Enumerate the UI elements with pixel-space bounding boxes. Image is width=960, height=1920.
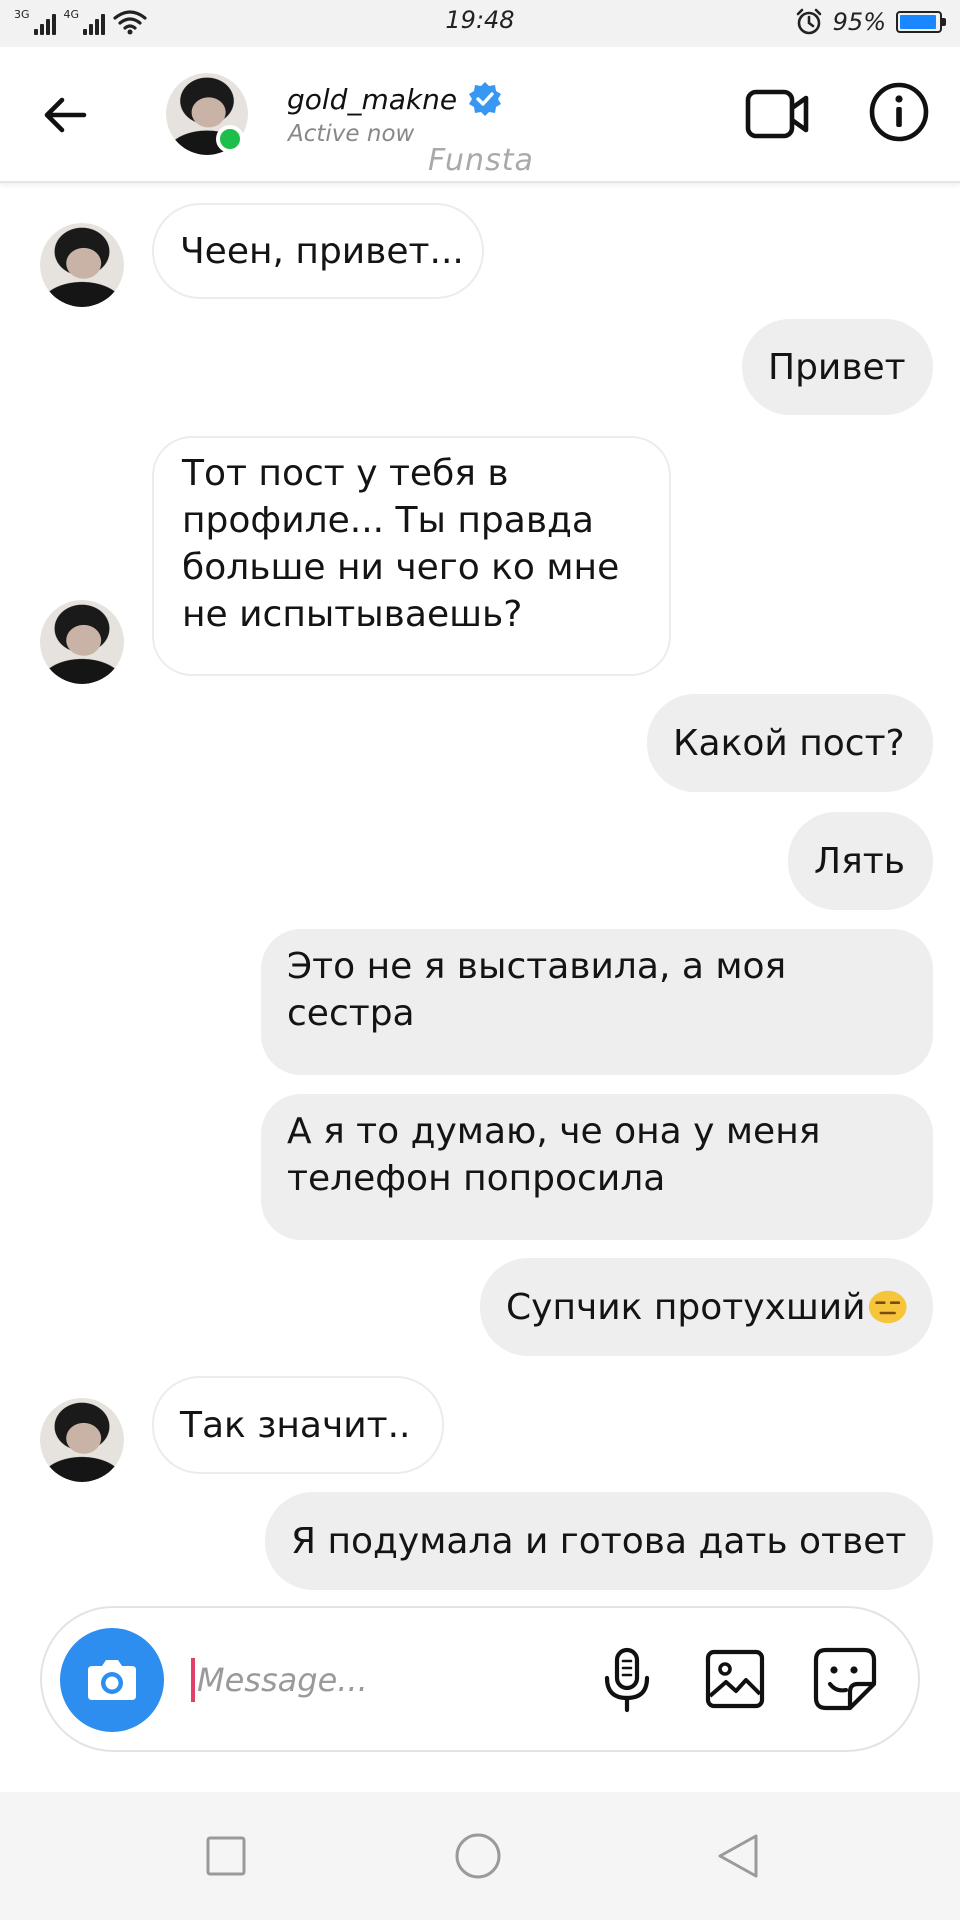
- status-right: 95%: [795, 8, 946, 36]
- sender-avatar[interactable]: [40, 223, 124, 307]
- system-nav-bar: [0, 1792, 960, 1920]
- active-status: Active now: [288, 121, 415, 147]
- message-text-line: Это не я выставила, а моя: [287, 946, 787, 987]
- message-text-line: не испытываешь?: [182, 594, 523, 635]
- text-cursor: [191, 1658, 195, 1702]
- message-bubble-outgoing[interactable]: Супчик протухший: [480, 1258, 933, 1356]
- battery-percent: 95%: [832, 8, 886, 36]
- username-row[interactable]: gold_makne: [287, 81, 503, 117]
- message-bubble-incoming[interactable]: Тот пост у тебя в профиле... Ты правда б…: [152, 436, 671, 676]
- camera-icon: [88, 1660, 136, 1700]
- message-text: Какой пост?: [673, 722, 905, 764]
- verified-badge-icon: [469, 82, 502, 116]
- message-text: Я подумала и готова дать ответ: [291, 1520, 907, 1562]
- status-bar: 3G 4G 19:48 95%: [0, 0, 960, 47]
- message-text: Привет: [768, 346, 906, 388]
- message-text: Чеен, привет...: [180, 230, 464, 272]
- chat-header: gold_makne Active now Funsta: [0, 47, 960, 183]
- message-text: Лять: [814, 840, 905, 882]
- sender-avatar[interactable]: [40, 600, 124, 684]
- message-input[interactable]: [197, 1650, 577, 1710]
- microphone-icon[interactable]: [598, 1646, 656, 1714]
- sender-avatar[interactable]: [40, 1398, 124, 1482]
- gallery-icon[interactable]: [704, 1648, 766, 1710]
- back-icon[interactable]: [714, 1832, 762, 1880]
- message-bubble-incoming[interactable]: Чеен, привет...: [152, 203, 484, 299]
- message-bubble-outgoing[interactable]: Какой пост?: [647, 694, 933, 792]
- message-text: Так значит..: [180, 1404, 411, 1446]
- online-status-dot: [216, 125, 244, 153]
- message-bubble-outgoing[interactable]: Лять: [788, 812, 933, 910]
- message-text-line: профиле... Ты правда: [182, 500, 594, 541]
- video-call-icon[interactable]: [744, 85, 812, 143]
- message-text-line: телефон попросила: [287, 1158, 666, 1199]
- message-bubble-outgoing[interactable]: Это не я выставила, а моя сестра: [261, 929, 933, 1075]
- expressionless-face-emoji: [868, 1290, 907, 1324]
- info-icon[interactable]: [868, 81, 930, 143]
- battery-level: [900, 15, 937, 29]
- account-label: Funsta: [428, 143, 534, 178]
- message-bubble-outgoing[interactable]: А я то думаю, че она у меня телефон попр…: [261, 1094, 933, 1240]
- recent-apps-icon[interactable]: [206, 1836, 246, 1876]
- message-text-line: А я то думаю, че она у меня: [287, 1111, 821, 1152]
- message-text-line: сестра: [287, 993, 415, 1034]
- alarm-icon: [796, 8, 821, 35]
- message-bubble-outgoing[interactable]: Я подумала и готова дать ответ: [265, 1492, 933, 1590]
- sticker-icon[interactable]: [812, 1646, 878, 1712]
- message-bubble-incoming[interactable]: Так значит..: [152, 1376, 444, 1474]
- message-bubble-outgoing[interactable]: Привет: [742, 319, 933, 415]
- camera-button[interactable]: [60, 1628, 164, 1732]
- username[interactable]: gold_makne: [287, 83, 457, 116]
- message-text: Супчик протухший: [506, 1286, 866, 1328]
- message-text-line: Тот пост у тебя в: [182, 453, 509, 494]
- message-text-line: больше ни чего ко мне: [182, 547, 620, 588]
- back-arrow-icon[interactable]: [38, 87, 94, 143]
- battery-icon: [896, 11, 946, 33]
- home-icon[interactable]: [454, 1832, 502, 1880]
